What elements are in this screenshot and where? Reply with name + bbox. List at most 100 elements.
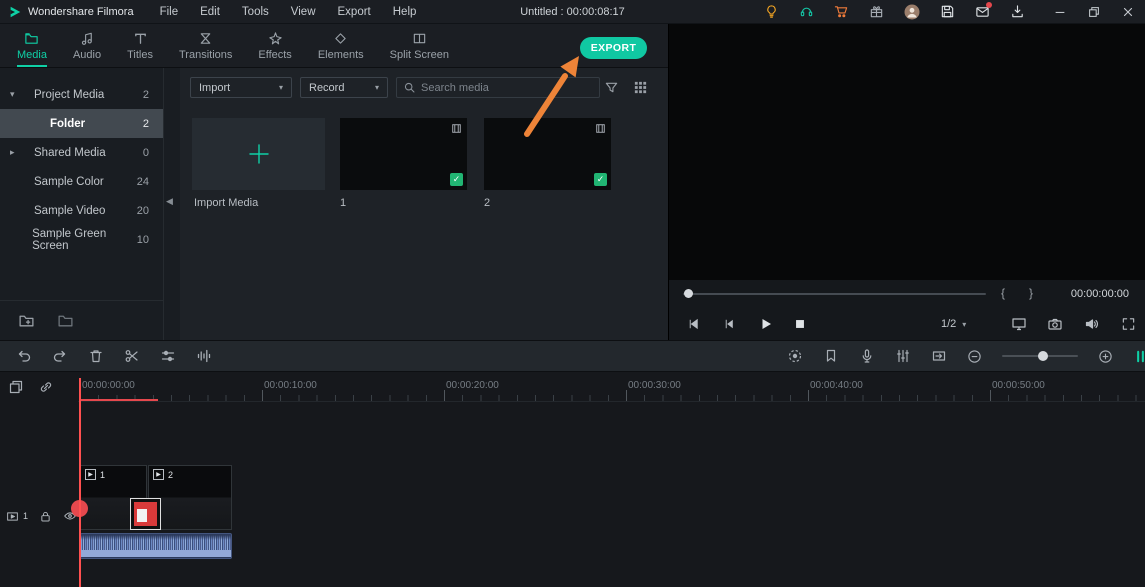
search-box[interactable] bbox=[396, 77, 600, 98]
sidebar-item-project-media[interactable]: Project Media 2 bbox=[0, 80, 163, 109]
voiceover-mic-icon[interactable] bbox=[859, 348, 875, 364]
undo-icon[interactable] bbox=[16, 348, 32, 364]
tab-elements[interactable]: Elements bbox=[305, 24, 377, 67]
media-thumbnail-2[interactable]: ✓ bbox=[484, 118, 611, 190]
close-button[interactable] bbox=[1121, 5, 1135, 19]
speaker-icon[interactable] bbox=[1084, 316, 1100, 332]
grid-view-icon[interactable] bbox=[633, 80, 648, 95]
check-badge: ✓ bbox=[450, 173, 463, 186]
scrubber-handle[interactable] bbox=[684, 289, 693, 298]
menu-help[interactable]: Help bbox=[393, 6, 417, 18]
import-dropdown[interactable]: Import ▾ bbox=[190, 77, 292, 98]
cart-icon[interactable] bbox=[834, 4, 849, 19]
dual-monitor-icon[interactable] bbox=[1011, 316, 1027, 332]
scrubber-track[interactable] bbox=[683, 293, 986, 295]
export-button[interactable]: EXPORT bbox=[580, 37, 647, 59]
transport-controls: 1/2 ▾ bbox=[669, 308, 1145, 340]
mark-out-brace[interactable]: } bbox=[1029, 286, 1033, 300]
chevron-down-icon: ▾ bbox=[374, 83, 379, 92]
fit-timeline-icon[interactable] bbox=[1133, 349, 1145, 364]
minimize-button[interactable] bbox=[1053, 5, 1067, 19]
tab-split-screen[interactable]: Split Screen bbox=[377, 24, 462, 67]
menu-file[interactable]: File bbox=[160, 6, 179, 18]
audio-detach-icon[interactable] bbox=[196, 348, 212, 364]
sidebar-item-folder[interactable]: Folder 2 bbox=[0, 109, 163, 138]
previous-frame-button[interactable] bbox=[722, 317, 737, 332]
sidebar-collapse-handle[interactable]: ◀ bbox=[166, 196, 173, 207]
stop-button[interactable] bbox=[793, 317, 807, 331]
manage-tracks-icon[interactable] bbox=[8, 379, 24, 395]
filter-icon[interactable] bbox=[604, 80, 619, 95]
render-preview-icon[interactable] bbox=[787, 348, 803, 364]
clip-number: 1 bbox=[100, 469, 106, 480]
mark-in-brace[interactable]: { bbox=[1001, 286, 1005, 300]
timeline-zoom-slider[interactable] bbox=[1002, 351, 1078, 361]
audio-track-clip[interactable] bbox=[80, 533, 232, 559]
sidebar-item-count: 10 bbox=[136, 233, 149, 246]
tab-effects[interactable]: Effects bbox=[245, 24, 304, 67]
snapshot-camera-icon[interactable] bbox=[1047, 316, 1063, 332]
messages-mail-icon[interactable] bbox=[975, 2, 992, 19]
menu-tools[interactable]: Tools bbox=[242, 6, 269, 18]
lock-icon[interactable] bbox=[39, 510, 52, 523]
media-panel: Import ▾ Record ▾ ✓ bbox=[180, 68, 668, 340]
marker-icon[interactable] bbox=[823, 348, 839, 364]
zoom-slider-handle[interactable] bbox=[1038, 351, 1048, 361]
zoom-out-icon[interactable] bbox=[967, 349, 982, 364]
sidebar-item-sample-green-screen[interactable]: Sample Green Screen 10 bbox=[0, 225, 163, 254]
tab-audio[interactable]: Audio bbox=[60, 24, 114, 67]
adjust-sliders-icon[interactable] bbox=[160, 348, 176, 364]
caret-down-icon[interactable] bbox=[10, 89, 34, 100]
tab-media[interactable]: Media bbox=[4, 24, 60, 67]
new-folder-icon[interactable] bbox=[18, 312, 35, 329]
media-item-label: 2 bbox=[484, 197, 491, 209]
preview-page-dropdown[interactable]: 1/2 ▾ bbox=[941, 318, 966, 330]
media-thumbnail-1[interactable]: ✓ bbox=[340, 118, 467, 190]
split-scissors-icon[interactable] bbox=[124, 348, 140, 364]
playhead[interactable] bbox=[79, 378, 81, 587]
menu-export[interactable]: Export bbox=[338, 6, 371, 18]
jump-to-start-button[interactable] bbox=[686, 317, 701, 332]
caret-right-icon[interactable] bbox=[10, 147, 34, 158]
delete-trash-icon[interactable] bbox=[88, 348, 104, 364]
sidebar-item-label: Shared Media bbox=[34, 146, 106, 159]
tab-transitions[interactable]: Transitions bbox=[166, 24, 245, 67]
redo-icon[interactable] bbox=[52, 348, 68, 364]
play-button[interactable] bbox=[758, 316, 774, 332]
plus-icon bbox=[246, 141, 272, 167]
video-preview-area[interactable] bbox=[669, 24, 1145, 280]
sidebar-item-sample-video[interactable]: Sample Video 20 bbox=[0, 196, 163, 225]
link-icon[interactable] bbox=[38, 379, 54, 395]
sidebar-footer bbox=[0, 300, 163, 340]
menu-edit[interactable]: Edit bbox=[200, 6, 220, 18]
import-media-card[interactable] bbox=[192, 118, 325, 190]
sidebar-item-shared-media[interactable]: Shared Media 0 bbox=[0, 138, 163, 167]
sidebar-item-label: Folder bbox=[50, 117, 86, 130]
search-input[interactable] bbox=[421, 81, 593, 94]
tab-label: Titles bbox=[127, 48, 153, 61]
fullscreen-icon[interactable] bbox=[1121, 317, 1136, 332]
zoom-in-icon[interactable] bbox=[1098, 349, 1113, 364]
chevron-down-icon: ▾ bbox=[962, 319, 967, 329]
download-icon[interactable] bbox=[1010, 4, 1025, 19]
timeline-ruler[interactable]: 00:00:00:00 00:00:10:00 00:00:20:00 00:0… bbox=[78, 372, 1145, 402]
menu-view[interactable]: View bbox=[291, 6, 316, 18]
sidebar-item-count: 2 bbox=[142, 117, 149, 130]
ruler-major-ticks bbox=[80, 390, 1145, 401]
restore-button[interactable] bbox=[1087, 5, 1101, 19]
sidebar-item-sample-color[interactable]: Sample Color 24 bbox=[0, 167, 163, 196]
delete-folder-icon[interactable] bbox=[57, 312, 74, 329]
account-avatar[interactable] bbox=[904, 4, 920, 20]
notification-dot bbox=[986, 2, 992, 8]
tab-titles[interactable]: Titles bbox=[114, 24, 166, 67]
save-icon[interactable] bbox=[940, 4, 955, 19]
auto-ripple-icon[interactable] bbox=[931, 348, 947, 364]
media-folder-icon bbox=[24, 31, 39, 46]
support-headset-icon[interactable] bbox=[799, 4, 814, 19]
record-dropdown[interactable]: Record ▾ bbox=[300, 77, 388, 98]
whats-new-lightbulb-icon[interactable] bbox=[764, 4, 779, 19]
gift-icon[interactable] bbox=[869, 4, 884, 19]
overlay-clip-thumbnail[interactable] bbox=[130, 498, 161, 530]
audio-mixer-icon[interactable] bbox=[895, 348, 911, 364]
filmora-logo-icon bbox=[8, 5, 22, 19]
